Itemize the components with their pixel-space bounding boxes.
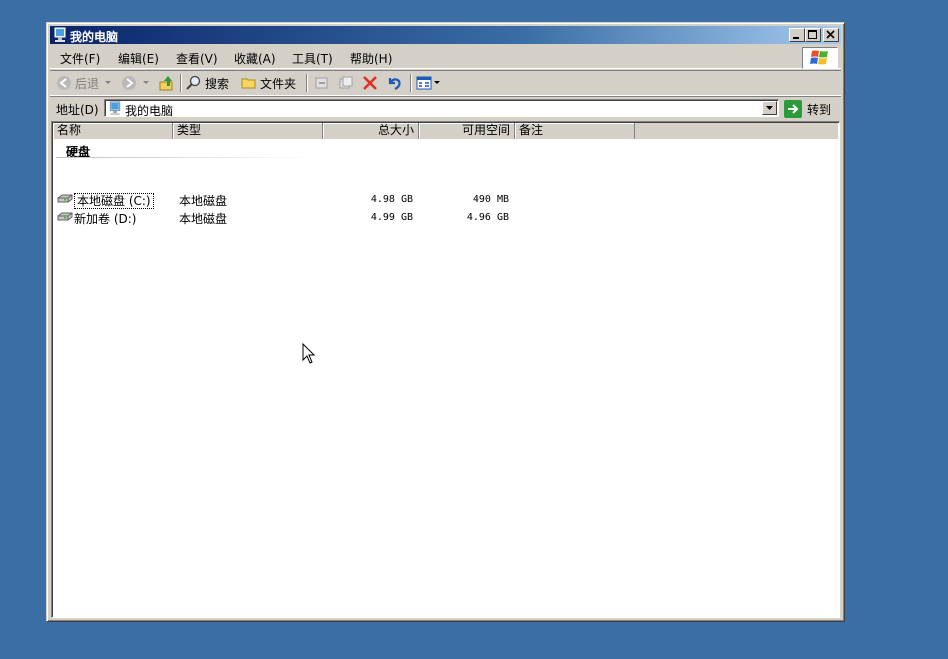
menu-favorites[interactable]: 收藏(A) [234, 50, 276, 67]
maximize-icon [808, 30, 817, 39]
forward-arrow-icon [122, 76, 136, 90]
drive-type: 本地磁盘 [179, 212, 228, 226]
minimize-icon [793, 37, 799, 39]
drive-free-space: 490 MB [472, 194, 509, 205]
column-total-size[interactable]: 总大小 [323, 123, 419, 139]
chevron-down-icon [105, 81, 112, 84]
menu-help[interactable]: 帮助(H) [350, 50, 392, 67]
copy-to-button[interactable] [338, 73, 354, 93]
search-button[interactable]: 搜索 [186, 73, 229, 93]
group-divider [56, 157, 316, 158]
back-label: 后退 [75, 76, 100, 91]
address-value: 我的电脑 [125, 104, 174, 118]
toolbar-separator [306, 74, 308, 92]
folder-icon [241, 78, 256, 89]
close-icon [826, 30, 835, 39]
delete-x-icon [363, 76, 377, 90]
search-icon [186, 75, 201, 90]
address-field[interactable]: 我的电脑 [104, 99, 779, 118]
column-free-space[interactable]: 可用空间 [419, 123, 515, 139]
explorer-window: 我的电脑 文件(F) 编辑(E) 查看(V) 收藏(A) 工具(T) 帮助(H) [46, 22, 845, 622]
mouse-pointer-icon [302, 343, 316, 364]
delete-button[interactable] [362, 73, 378, 93]
menu-tools[interactable]: 工具(T) [292, 50, 333, 67]
menu-bar: 文件(F) 编辑(E) 查看(V) 收藏(A) 工具(T) 帮助(H) [50, 46, 841, 69]
up-folder-button[interactable] [159, 73, 175, 93]
undo-icon [388, 78, 401, 90]
drive-type: 本地磁盘 [179, 194, 228, 208]
list-item-drive-d[interactable]: 新加卷 (D:) 本地磁盘 4.99 GB 4.96 GB [53, 209, 553, 226]
window-title: 我的电脑 [70, 30, 119, 44]
move-to-button[interactable] [314, 73, 330, 93]
go-button[interactable]: 转到 [784, 99, 831, 119]
move-to-icon [315, 77, 328, 89]
drive-total-size: 4.99 GB [370, 212, 413, 223]
title-bar[interactable]: 我的电脑 [50, 26, 841, 44]
column-name[interactable]: 名称 [53, 123, 173, 139]
standard-toolbar: 后退 搜索 文件夹 [50, 70, 841, 96]
column-type[interactable]: 类型 [173, 123, 323, 139]
my-computer-icon [109, 101, 121, 116]
back-button[interactable]: 后退 [56, 73, 112, 93]
search-label: 搜索 [205, 76, 230, 91]
views-button[interactable] [416, 73, 440, 93]
close-button[interactable] [823, 28, 839, 42]
folders-button[interactable]: 文件夹 [241, 73, 296, 93]
forward-button[interactable] [121, 73, 149, 93]
menu-file[interactable]: 文件(F) [60, 50, 100, 67]
file-list-view[interactable]: 名称 类型 总大小 可用空间 备注 硬盘 本地磁盘 (C:) 本地磁盘 4.98… [51, 121, 840, 618]
drive-total-size: 4.98 GB [370, 194, 413, 205]
drive-name: 新加卷 (D:) [74, 212, 137, 226]
maximize-button[interactable] [805, 28, 821, 42]
drive-free-space: 4.96 GB [466, 212, 509, 223]
copy-to-icon [339, 76, 353, 89]
column-header: 名称 类型 总大小 可用空间 备注 [53, 123, 838, 139]
folders-label: 文件夹 [260, 76, 297, 91]
toolbar-separator [180, 74, 182, 92]
my-computer-icon [54, 27, 66, 42]
undo-button[interactable] [386, 73, 402, 93]
go-arrow-icon [784, 100, 802, 118]
address-bar: 地址(D) 我的电脑 转到 [50, 96, 841, 121]
minimize-button[interactable] [789, 28, 805, 42]
up-folder-icon [159, 76, 173, 91]
menu-view[interactable]: 查看(V) [176, 50, 218, 67]
hard-drive-icon [57, 194, 73, 203]
address-label: 地址(D) [56, 103, 99, 117]
address-dropdown-button[interactable] [762, 101, 777, 115]
windows-logo [802, 47, 838, 69]
toolbar-separator [410, 74, 412, 92]
go-label: 转到 [807, 102, 832, 117]
column-comment[interactable]: 备注 [515, 123, 635, 139]
menu-edit[interactable]: 编辑(E) [118, 50, 159, 67]
drive-name: 本地磁盘 (C:) [74, 192, 154, 209]
chevron-down-icon [143, 81, 149, 84]
chevron-down-icon [434, 81, 440, 84]
back-arrow-icon [57, 76, 71, 90]
views-grid-icon [416, 76, 432, 90]
chevron-down-icon [766, 106, 773, 110]
hard-drive-icon [57, 212, 73, 221]
windows-flag-icon [810, 50, 828, 65]
list-item-drive-c[interactable]: 本地磁盘 (C:) 本地磁盘 4.98 GB 490 MB [53, 191, 553, 209]
